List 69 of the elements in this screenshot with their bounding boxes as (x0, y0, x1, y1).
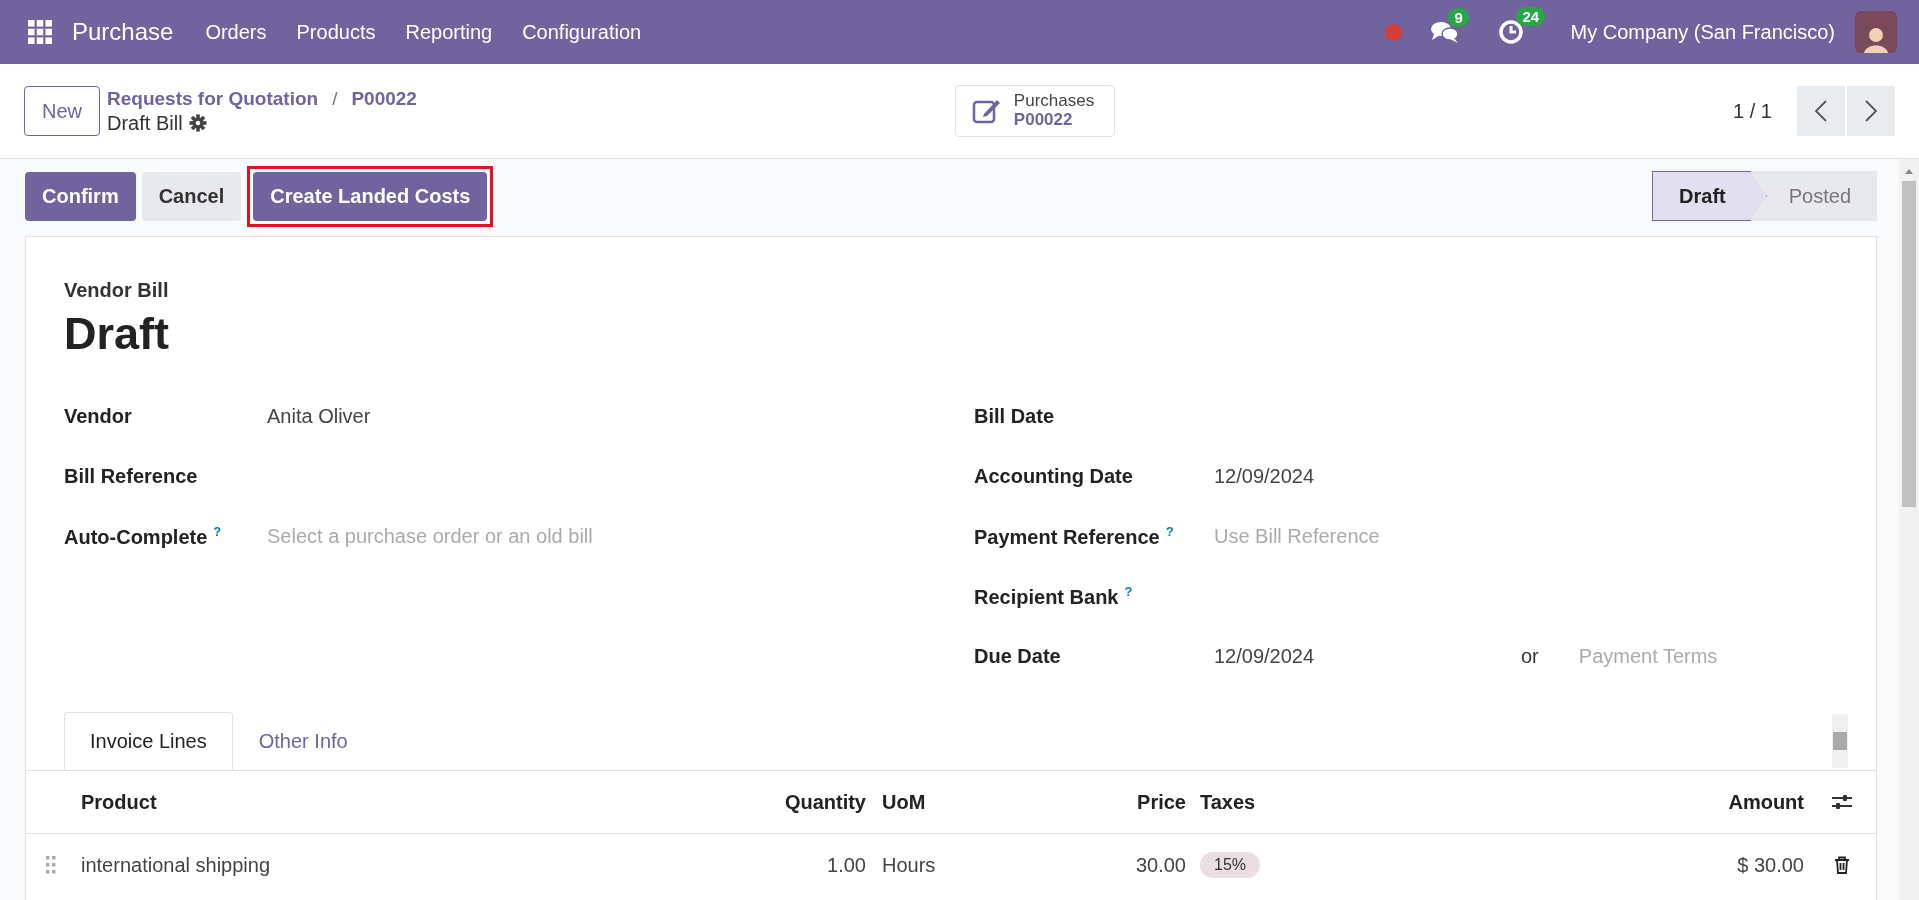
field-value[interactable]: Anita Oliver (267, 404, 371, 428)
chevron-left-icon (1814, 99, 1828, 123)
scrollbar[interactable] (1899, 159, 1919, 900)
status-dot[interactable] (1385, 23, 1403, 41)
smart-button-label: Purchases (1013, 92, 1095, 111)
column-header[interactable]: Amount (1401, 790, 1809, 814)
tax-tag: 15% (1200, 852, 1261, 878)
column-header[interactable]: UoM (871, 790, 1001, 814)
menu-item[interactable]: Orders (205, 20, 267, 44)
breadcrumb-link[interactable]: Requests for Quotation (107, 87, 319, 110)
field-value[interactable]: 12/09/2024 (1214, 644, 1514, 668)
column-header[interactable]: Product (76, 790, 701, 814)
next-button[interactable] (1847, 86, 1895, 136)
status-stage[interactable]: Posted (1750, 171, 1877, 221)
previous-button[interactable] (1797, 86, 1845, 136)
activity-count-badge: 24 (1516, 7, 1546, 26)
record-title: Draft Bill (107, 111, 183, 135)
company-switcher[interactable]: My Company (San Francisco) (1570, 20, 1835, 44)
clock-icon[interactable] (1498, 19, 1525, 45)
scrollbar[interactable] (1832, 714, 1848, 768)
field-label: Due Date (974, 644, 1061, 667)
purchases-smart-button[interactable]: Purchases P00022 (954, 85, 1116, 137)
action-button[interactable]: Create Landed Costs (253, 171, 488, 221)
menu-item[interactable]: Products (296, 20, 376, 44)
scroll-up-icon[interactable] (1904, 167, 1914, 175)
form-subtitle: Vendor Bill (64, 279, 170, 302)
drag-handle-icon[interactable] (46, 856, 56, 874)
separator-text: or (1521, 644, 1539, 668)
app-name[interactable]: Purchase (72, 18, 174, 46)
field-label: Bill Date (974, 404, 1055, 427)
field-value[interactable]: 12/09/2024 (1214, 464, 1514, 488)
breadcrumb-link[interactable]: P00022 (351, 87, 417, 110)
field-label: Payment Reference (974, 525, 1160, 548)
chevron-right-icon (1864, 99, 1878, 123)
form-title: Draft (64, 308, 170, 360)
message-count-badge: 9 (1448, 8, 1469, 27)
action-button[interactable]: Confirm (25, 171, 136, 221)
help-mark[interactable]: ? (1165, 523, 1174, 539)
action-button[interactable]: Cancel (141, 171, 242, 221)
pager-value: 1 / 1 (1733, 99, 1772, 123)
help-mark[interactable]: ? (213, 523, 222, 539)
sliders-icon[interactable] (1830, 793, 1853, 811)
tab[interactable]: Invoice Lines (64, 712, 233, 770)
menu-item[interactable]: Reporting (405, 20, 493, 44)
status-stage[interactable]: Draft (1652, 171, 1767, 221)
table-cell-text: $ 30.00 (1736, 853, 1805, 877)
field-label: Vendor (64, 404, 132, 427)
breadcrumb-separator: / (332, 87, 338, 110)
table-cell-text: Hours (881, 853, 937, 877)
gear-icon[interactable] (188, 114, 207, 132)
field-label: Accounting Date (974, 464, 1133, 487)
user-avatar[interactable] (1855, 11, 1897, 53)
field-label: Recipient Bank (974, 585, 1119, 608)
smart-button-value: P00022 (1013, 111, 1073, 130)
table-cell-text: 1.00 (826, 853, 867, 877)
table-cell-text: 30.00 (1134, 853, 1187, 877)
table-cell-text: international shipping (80, 853, 272, 877)
new-button[interactable]: New (24, 86, 100, 136)
field-label: Bill Reference (64, 464, 198, 487)
tab[interactable]: Other Info (232, 712, 374, 770)
menu-item[interactable]: Configuration (522, 20, 642, 44)
column-header[interactable]: Quantity (701, 790, 871, 814)
apps-grid-icon[interactable] (28, 20, 52, 44)
edit-icon (971, 97, 1002, 125)
field-label: Auto-Complete (64, 525, 208, 548)
trash-icon[interactable] (1833, 856, 1850, 874)
column-header[interactable]: Price (1001, 790, 1191, 814)
help-mark[interactable]: ? (1124, 583, 1133, 599)
column-header[interactable]: Taxes (1191, 790, 1401, 814)
